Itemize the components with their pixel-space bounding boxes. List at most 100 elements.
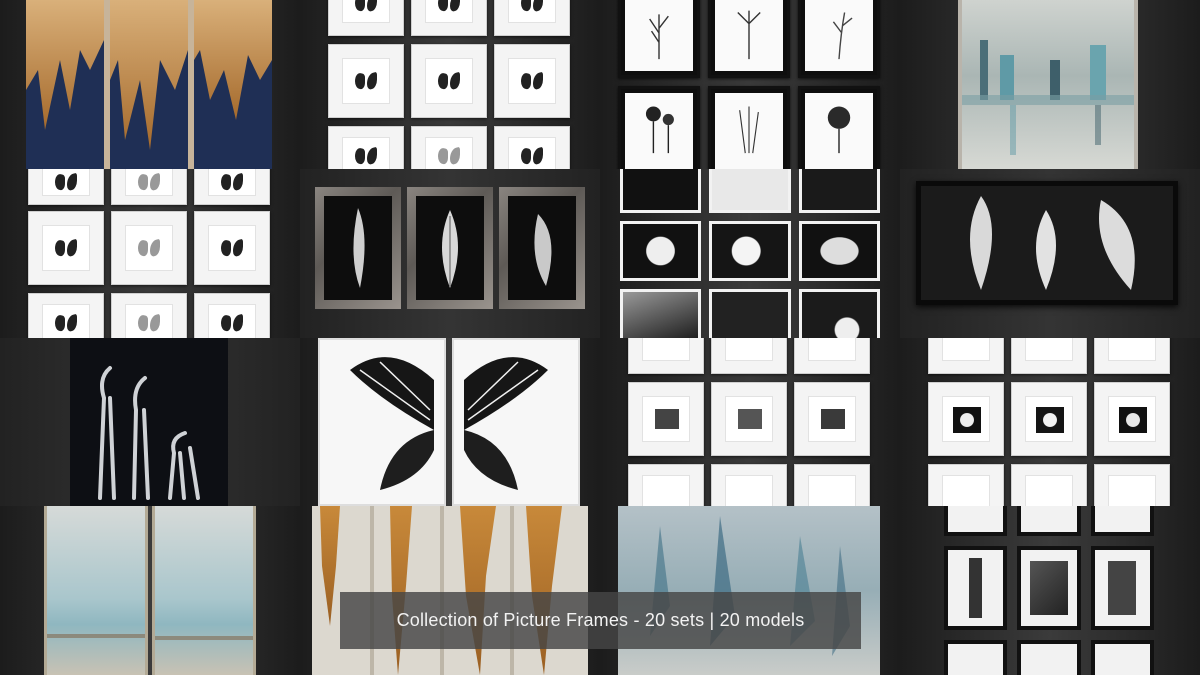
teal-abstract-canvas	[958, 0, 1138, 169]
gold-stroke-panels-art	[312, 506, 588, 675]
landmark-photo	[944, 506, 1008, 536]
white-frame	[494, 126, 570, 169]
butterfly-icon	[355, 0, 377, 11]
flower-photo	[798, 289, 880, 338]
white-frame	[1011, 382, 1087, 456]
bridge-icon	[1029, 561, 1069, 615]
seascape-diptych-art	[44, 506, 256, 675]
white-frame	[711, 338, 787, 374]
white-frame	[28, 293, 104, 338]
silver-frame	[499, 187, 585, 309]
white-frame	[328, 126, 404, 169]
tile-city-bw-photo-grid	[600, 338, 900, 506]
landmark-photo	[1090, 506, 1154, 536]
elephant-sculpture-icon	[98, 366, 200, 500]
city-photo	[655, 409, 679, 429]
white-frame	[1094, 382, 1170, 456]
butterfly-icon	[221, 315, 243, 331]
allium-print	[645, 106, 674, 154]
white-frame	[111, 211, 187, 285]
landmark-photo	[1017, 640, 1081, 675]
white-frame	[928, 338, 1004, 374]
white-frame	[411, 0, 487, 36]
white-frame	[1011, 338, 1087, 374]
flower-photo-grid	[620, 169, 880, 338]
tile-butterfly-white-frames-grid	[300, 0, 600, 169]
silver-leaves-art	[970, 196, 1135, 290]
left-wing-icon	[350, 357, 434, 490]
flower-photo	[953, 407, 981, 433]
caption-text: Collection of Picture Frames - 20 sets |…	[396, 610, 805, 630]
tile-city-landmark-photo-grid	[900, 506, 1200, 675]
white-frame	[494, 44, 570, 118]
butterfly-icon	[55, 240, 77, 256]
black-frame	[798, 0, 880, 78]
tile-silver-leaves-shadowbox	[900, 169, 1200, 338]
white-frame	[194, 293, 270, 338]
empire-state-icon	[969, 557, 983, 619]
white-frame	[28, 169, 104, 205]
white-frame	[1094, 338, 1170, 374]
tile-silver-elephant-sculpture	[0, 338, 300, 506]
landmark-photo	[1090, 640, 1154, 675]
black-frame	[618, 86, 700, 169]
tower-icon	[1108, 561, 1137, 615]
landmark-photo-grid	[944, 506, 1154, 675]
botanical-print	[737, 10, 761, 60]
butterfly-icon	[221, 240, 243, 256]
landmark-photo	[944, 640, 1008, 675]
white-frame	[794, 338, 870, 374]
butterfly-icon	[521, 0, 543, 11]
blue-abstract-art	[618, 506, 880, 675]
landmark-photo	[1017, 546, 1081, 630]
white-frame	[711, 382, 787, 456]
butterfly-icon	[138, 240, 160, 256]
leaf-icon	[534, 214, 552, 286]
white-frame	[194, 211, 270, 285]
white-frame	[28, 211, 104, 285]
tile-gold-stroke-panels	[300, 506, 600, 675]
picture-frames-collage	[0, 0, 1200, 675]
tile-gold-navy-abstract-triptych	[0, 0, 300, 169]
tile-seascape-diptych	[0, 506, 300, 675]
gold-navy-triptych-art	[26, 0, 272, 169]
white-frame	[328, 44, 404, 118]
landmark-photo	[944, 546, 1008, 630]
tile-blue-abstract-canvas	[600, 506, 900, 675]
flower-photo	[620, 169, 702, 213]
fern-icon	[442, 210, 458, 288]
butterfly-icon	[521, 148, 543, 164]
white-frame	[111, 293, 187, 338]
white-frame	[628, 382, 704, 456]
dandelion-print	[827, 106, 851, 154]
black-frame	[708, 0, 790, 78]
tile-bw-flower-photo-grid	[600, 169, 900, 338]
landmark-photo	[1090, 546, 1154, 630]
butterfly-icon	[438, 0, 460, 11]
right-wing-icon	[464, 357, 548, 490]
butterfly-icon	[55, 315, 77, 331]
white-frame	[411, 126, 487, 169]
white-frame	[794, 382, 870, 456]
flower-photo	[1119, 407, 1147, 433]
botanical-print	[832, 12, 853, 60]
tile-large-butterfly-wings-diptych	[300, 338, 600, 506]
butterfly-icon	[438, 148, 460, 164]
white-frame	[794, 464, 870, 506]
white-frame	[711, 464, 787, 506]
black-frame	[708, 86, 790, 169]
white-frame	[494, 0, 570, 36]
butterfly-icon	[438, 73, 460, 89]
white-frame	[411, 44, 487, 118]
butterfly-icon	[521, 73, 543, 89]
flower-photo	[1036, 407, 1064, 433]
tile-flower-white-frames-grid	[900, 338, 1200, 506]
white-frame-right	[452, 338, 580, 506]
white-frame	[194, 169, 270, 205]
black-frame	[618, 0, 700, 78]
silver-frame	[315, 187, 401, 309]
butterfly-icon	[355, 73, 377, 89]
landmark-photo	[1017, 506, 1081, 536]
white-frame	[628, 338, 704, 374]
butterfly-icon	[138, 315, 160, 331]
